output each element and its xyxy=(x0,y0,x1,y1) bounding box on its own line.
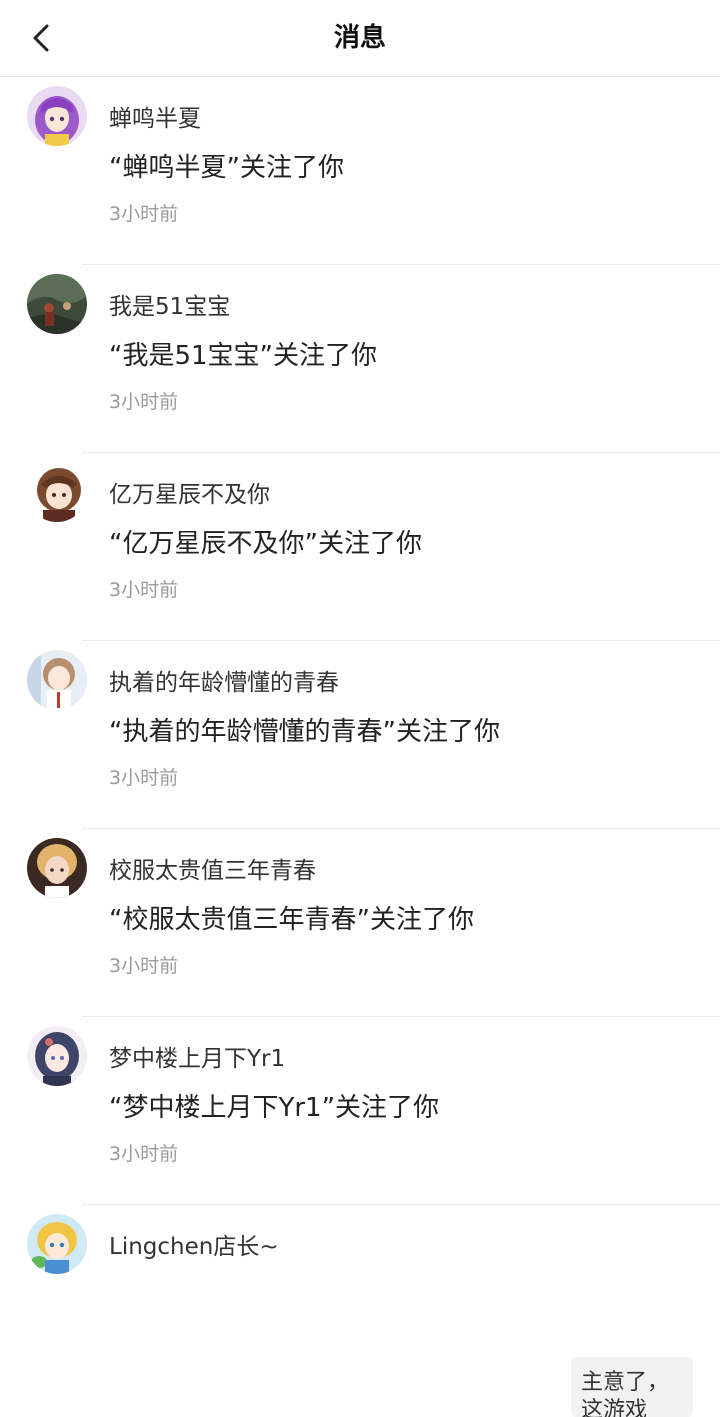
message-preview[interactable]: 主意了， 这游戏 xyxy=(571,1357,693,1417)
notification-text: “我是51宝宝”关注了你 xyxy=(109,341,378,371)
notification-text: “亿万星辰不及你”关注了你 xyxy=(109,529,422,559)
notification-text: “执着的年龄懵懂的青春”关注了你 xyxy=(109,717,500,747)
list-item[interactable]: 执着的年龄懵懂的青春 “执着的年龄懵懂的青春”关注了你 3小时前 xyxy=(0,641,720,829)
list-item[interactable]: 亿万星辰不及你 “亿万星辰不及你”关注了你 3小时前 xyxy=(0,453,720,641)
avatar[interactable] xyxy=(27,462,87,522)
list-item[interactable]: Lingchen店长~ 主意了， 这游戏 xyxy=(0,1205,720,1417)
user-name[interactable]: 蝉鸣半夏 xyxy=(109,99,201,133)
user-name[interactable]: 梦中楼上月下Yr1 xyxy=(109,1039,285,1073)
user-name[interactable]: 我是51宝宝 xyxy=(109,287,230,321)
timestamp: 3小时前 xyxy=(109,203,179,225)
list-item[interactable]: 校服太贵值三年青春 “校服太贵值三年青春”关注了你 3小时前 xyxy=(0,829,720,1017)
top-bar: 消息 xyxy=(0,0,720,77)
user-name[interactable]: 执着的年龄懵懂的青春 xyxy=(109,663,339,697)
user-name[interactable]: Lingchen店长~ xyxy=(109,1227,279,1261)
preview-line: 这游戏 xyxy=(581,1398,648,1417)
list-item[interactable]: 梦中楼上月下Yr1 “梦中楼上月下Yr1”关注了你 3小时前 xyxy=(0,1017,720,1205)
preview-line: 主意了， xyxy=(581,1370,670,1395)
avatar[interactable] xyxy=(27,838,87,898)
user-name[interactable]: 亿万星辰不及你 xyxy=(109,475,270,509)
timestamp: 3小时前 xyxy=(109,1143,179,1165)
avatar[interactable] xyxy=(27,86,87,146)
user-name[interactable]: 校服太贵值三年青春 xyxy=(109,851,316,885)
notification-text: “梦中楼上月下Yr1”关注了你 xyxy=(109,1093,440,1123)
avatar[interactable] xyxy=(27,650,87,710)
notification-text: “蝉鸣半夏”关注了你 xyxy=(109,153,344,183)
avatar[interactable] xyxy=(27,1214,87,1274)
list-item[interactable]: 蝉鸣半夏 “蝉鸣半夏”关注了你 3小时前 xyxy=(0,77,720,265)
timestamp: 3小时前 xyxy=(109,391,179,413)
avatar[interactable] xyxy=(27,1026,87,1086)
timestamp: 3小时前 xyxy=(109,579,179,601)
timestamp: 3小时前 xyxy=(109,955,179,977)
timestamp: 3小时前 xyxy=(109,767,179,789)
page-title: 消息 xyxy=(333,23,386,53)
list-item[interactable]: 我是51宝宝 “我是51宝宝”关注了你 3小时前 xyxy=(0,265,720,453)
avatar[interactable] xyxy=(27,274,87,334)
notification-text: “校服太贵值三年青春”关注了你 xyxy=(109,905,474,935)
notification-list: 蝉鸣半夏 “蝉鸣半夏”关注了你 3小时前 我是51宝宝 “我是51宝宝”关注了你… xyxy=(0,77,720,1417)
